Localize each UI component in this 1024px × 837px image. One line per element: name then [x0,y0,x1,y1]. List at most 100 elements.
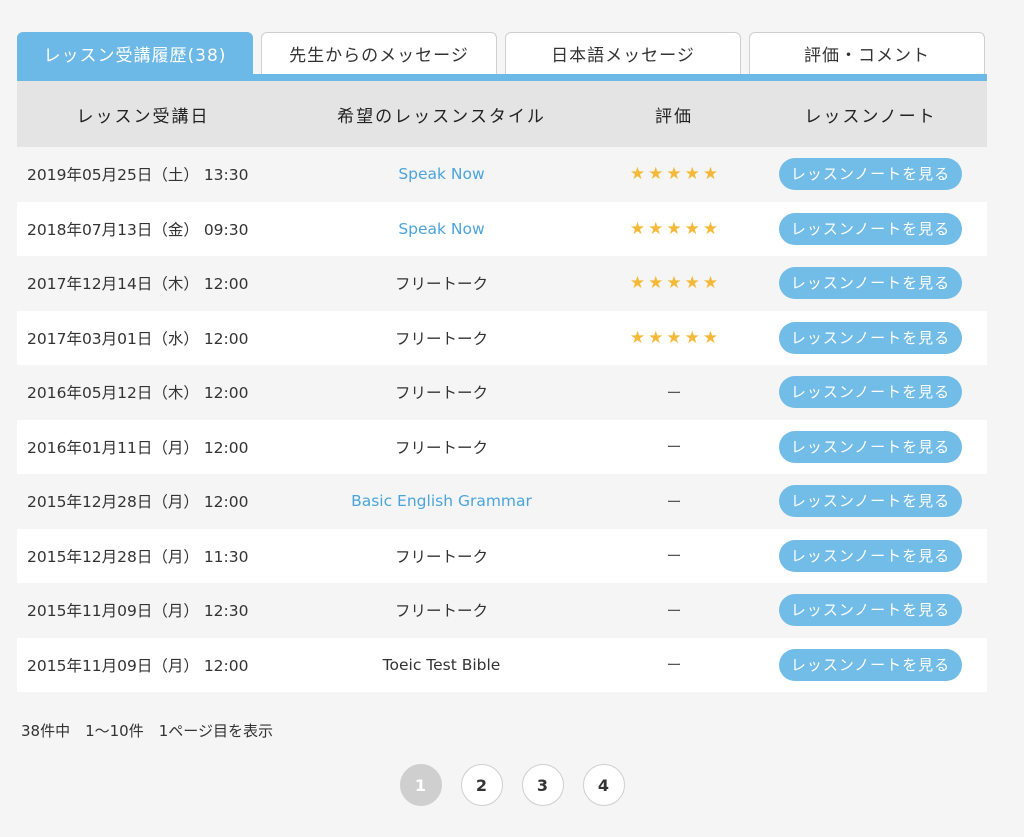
lesson-style: フリートーク [394,602,488,621]
lesson-date: 2018年07月13日（金） 09:30 [27,220,249,239]
note-cell: レッスンノートを見る [754,430,987,463]
lesson-rating: ★ ★ ★ ★ ★ [594,220,754,238]
page-button-3[interactable]: 3 [521,764,564,806]
note-cell: レッスンノートを見る [754,594,987,627]
table-row: 2017年03月01日（水） 12:00 フリートーク ★ ★ ★ ★ ★ レッスンノートを見… [17,310,987,365]
lesson-date: 2017年12月14日（木） 12:00 [27,275,249,294]
tab-teacher-messages[interactable]: 先生からのメッセージ [261,32,497,74]
table-row: 2018年07月13日（金） 09:30 Speak Now ★ ★ ★ ★ ★ レッスンノー… [17,201,987,256]
lesson-rating: ★ ★ ★ ★ ★ [594,274,754,292]
lesson-style: フリートーク [394,275,488,294]
no-rating: ー [666,492,682,511]
lesson-date: 2015年11月09日（月） 12:00 [27,656,249,675]
note-cell: レッスンノートを見る [754,539,987,572]
lesson-style: フリートーク [394,329,488,348]
header-style: 希望のレッスンスタイル [337,106,546,127]
no-rating: ー [666,547,682,566]
table-row: 2015年12月28日（月） 11:30 フリートーク ー レッスンノートを見る [17,528,987,583]
view-lesson-note-button[interactable]: レッスンノートを見る [779,376,962,409]
note-cell: レッスンノートを見る [754,321,987,354]
lesson-style: フリートーク [394,547,488,566]
tab-ratings-comments[interactable]: 評価・コメント [749,32,985,74]
star-icon: ★ [629,218,646,239]
view-lesson-note-button[interactable]: レッスンノートを見る [779,267,962,300]
lesson-style-link[interactable]: Speak Now [289,220,594,238]
header-date: レッスン受講日 [76,106,210,127]
lesson-rating: ー [594,436,754,457]
view-lesson-note-button[interactable]: レッスンノートを見る [779,430,962,463]
view-lesson-note-button[interactable]: レッスンノートを見る [779,212,962,245]
note-cell: レッスンノートを見る [754,267,987,300]
lesson-style: Toeic Test Bible [382,655,501,674]
pagination: 1234 [0,764,1024,806]
star-icon: ★ [629,327,646,348]
lesson-date: 2016年05月12日（木） 12:00 [27,384,249,403]
no-rating: ー [666,383,682,402]
view-lesson-note-button[interactable]: レッスンノートを見る [779,158,962,191]
star-icon: ★ [629,164,646,185]
view-lesson-note-button[interactable]: レッスンノートを見る [779,485,962,518]
star-rating: ★ ★ ★ ★ ★ [630,166,718,183]
table-header: レッスン受講日 希望のレッスンスタイル 評価 レッスンノート [17,81,987,147]
star-icon: ★ [702,327,719,348]
star-icon: ★ [684,164,700,185]
lesson-date: 2016年01月11日（月） 12:00 [27,438,249,457]
table-row: 2015年11月09日（月） 12:00 Toeic Test Bible ー レッス… [17,637,987,692]
star-icon: ★ [666,218,682,239]
star-icon: ★ [648,327,664,348]
no-rating: ー [666,438,682,457]
tab-lesson-history[interactable]: レッスン受講履歴(38) [17,32,253,74]
tab-underline [17,74,987,81]
lesson-rating: ー [594,600,754,621]
star-icon: ★ [666,273,682,294]
lesson-rating: ★ ★ ★ ★ ★ [594,165,754,183]
tab-bar: レッスン受講履歴(38) 先生からのメッセージ 日本語メッセージ 評価・コメント [17,32,987,74]
table-row: 2016年05月12日（木） 12:00 フリートーク ー レッスンノートを見る [17,365,987,420]
star-icon: ★ [648,164,664,185]
note-cell: レッスンノートを見る [754,158,987,191]
star-icon: ★ [702,218,719,239]
page-button-2[interactable]: 2 [460,764,503,806]
star-icon: ★ [684,273,700,294]
note-cell: レッスンノートを見る [754,376,987,409]
note-cell: レッスンノートを見る [754,212,987,245]
star-icon: ★ [648,273,664,294]
lesson-rating: ★ ★ ★ ★ ★ [594,329,754,347]
view-lesson-note-button[interactable]: レッスンノートを見る [779,539,962,572]
lesson-rating: ー [594,654,754,675]
star-icon: ★ [629,273,646,294]
lesson-style: フリートーク [394,438,488,457]
lesson-style-link[interactable]: Basic English Grammar [289,492,594,510]
no-rating: ー [666,601,682,620]
table-row: 2019年05月25日（土） 13:30 Speak Now ★ ★ ★ ★ ★ レッスンノー… [17,147,987,202]
table-row: 2017年12月14日（木） 12:00 フリートーク ★ ★ ★ ★ ★ レッスンノートを見… [17,256,987,311]
lesson-style-link[interactable]: Speak Now [289,165,594,183]
table-row: 2016年01月11日（月） 12:00 フリートーク ー レッスンノートを見る [17,419,987,474]
page-button-4[interactable]: 4 [582,764,625,806]
star-icon: ★ [684,218,700,239]
no-rating: ー [666,656,682,675]
result-summary: 38件中 1〜10件 1ページ目を表示 [21,722,273,740]
star-rating: ★ ★ ★ ★ ★ [629,218,719,239]
note-cell: レッスンノートを見る [754,485,987,518]
tab-japanese-messages[interactable]: 日本語メッセージ [505,32,741,74]
header-note: レッスンノート [804,106,937,127]
table-body: 2019年05月25日（土） 13:30 Speak Now ★ ★ ★ ★ ★ レッスンノー… [17,147,987,692]
page-button-1[interactable]: 1 [399,764,442,806]
star-icon: ★ [702,273,719,294]
star-rating: ★ ★ ★ ★ ★ [630,275,718,292]
star-icon: ★ [666,164,682,185]
view-lesson-note-button[interactable]: レッスンノートを見る [779,321,962,354]
note-cell: レッスンノートを見る [754,648,987,681]
lesson-date: 2017年03月01日（水） 12:00 [27,329,249,348]
view-lesson-note-button[interactable]: レッスンノートを見る [779,648,962,681]
star-icon: ★ [666,327,682,348]
lesson-date: 2015年12月28日（月） 11:30 [27,547,249,566]
lesson-style: フリートーク [394,384,488,403]
lesson-date: 2015年11月09日（月） 12:30 [27,602,249,621]
lesson-history-panel: レッスン受講履歴(38) 先生からのメッセージ 日本語メッセージ 評価・コメント… [17,32,987,692]
header-rating: 評価 [655,106,693,127]
table-row: 2015年12月28日（月） 12:00 Basic English Gramma… [17,474,987,529]
view-lesson-note-button[interactable]: レッスンノートを見る [779,594,962,627]
star-icon: ★ [648,218,664,239]
